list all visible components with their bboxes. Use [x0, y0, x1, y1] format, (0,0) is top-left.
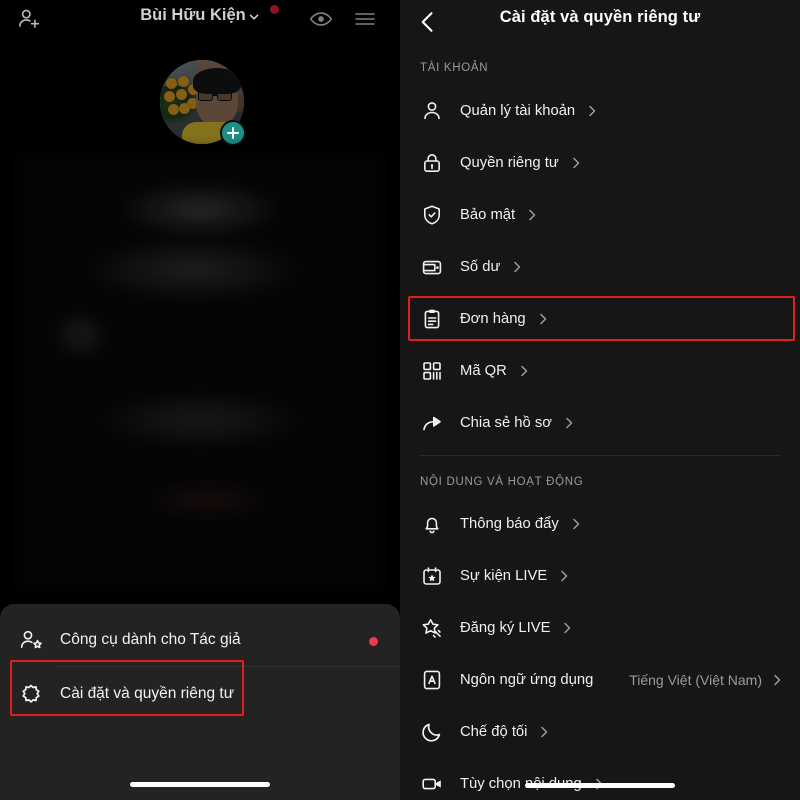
settings-row-qr-code[interactable]: Mã QR: [400, 345, 800, 397]
settings-row-share-profile[interactable]: Chia sẻ hồ sơ: [400, 397, 800, 449]
settings-row-dark-mode[interactable]: Chế độ tối: [400, 706, 800, 758]
profile-username: Bùi Hữu Kiện: [140, 6, 246, 24]
hamburger-menu-icon[interactable]: [352, 7, 378, 31]
wallet-icon: [420, 255, 444, 279]
section-label-account: TÀI KHOẢN: [420, 62, 489, 74]
chevron-right-icon: [557, 569, 571, 583]
chevron-right-icon: [517, 364, 531, 378]
profile-username-dropdown[interactable]: Bùi Hữu Kiện: [0, 6, 400, 25]
shield-icon: [420, 203, 444, 227]
chevron-right-icon: [510, 260, 524, 274]
section-divider: [420, 455, 780, 456]
chevron-right-icon: [770, 673, 784, 687]
creator-tools-badge-dot: [369, 637, 378, 646]
chevron-right-icon: [562, 416, 576, 430]
home-indicator: [130, 782, 270, 787]
plus-icon[interactable]: [220, 120, 246, 146]
username-badge-dot: [270, 5, 279, 14]
profile-header: Bùi Hữu Kiện: [0, 0, 400, 36]
live-badge-icon: [420, 616, 444, 640]
sheet-item-settings-privacy[interactable]: Cài đặt và quyền riêng tư: [0, 666, 400, 722]
share-icon: [420, 411, 444, 435]
settings-row-label: Quản lý tài khoản: [460, 103, 576, 119]
settings-row-app-language[interactable]: Ngôn ngữ ứng dụng Tiếng Việt (Việt Nam): [400, 654, 800, 706]
gear-icon: [18, 681, 44, 707]
home-indicator: [525, 783, 675, 788]
bell-icon: [420, 512, 444, 536]
chevron-right-icon: [585, 104, 599, 118]
settings-row-label: Chế độ tối: [460, 724, 528, 740]
settings-row-push-notifications[interactable]: Thông báo đẩy: [400, 498, 800, 550]
settings-row-label: Quyền riêng tư: [460, 155, 559, 171]
settings-row-security[interactable]: Bảo mật: [400, 189, 800, 241]
settings-row-balance[interactable]: Số dư: [400, 241, 800, 293]
settings-row-privacy[interactable]: Quyền riêng tư: [400, 137, 800, 189]
settings-row-label: Bảo mật: [460, 207, 516, 223]
settings-row-manage-account[interactable]: Quản lý tài khoản: [400, 85, 800, 137]
blurred-profile-content: [14, 150, 386, 590]
chevron-right-icon: [569, 517, 583, 531]
sheet-item-label: Công cụ dành cho Tác giả: [60, 631, 241, 648]
clipboard-icon: [420, 307, 444, 331]
settings-row-live-events[interactable]: Sự kiện LIVE: [400, 550, 800, 602]
eye-icon[interactable]: [308, 6, 334, 32]
profile-screen: Bùi Hữu Kiện Công cụ dành cho Tác giả Cà…: [0, 0, 400, 800]
language-icon: [420, 668, 444, 692]
screenshot-root: Bùi Hữu Kiện Công cụ dành cho Tác giả Cà…: [0, 0, 800, 800]
settings-row-label: Chia sẻ hồ sơ: [460, 415, 552, 431]
profile-action-sheet: Công cụ dành cho Tác giả Cài đặt và quyề…: [0, 604, 400, 800]
chevron-right-icon: [537, 725, 551, 739]
lock-icon: [420, 151, 444, 175]
settings-row-content-preferences[interactable]: Tùy chọn nội dung: [400, 758, 800, 800]
settings-row-live-subscription[interactable]: Đăng ký LIVE: [400, 602, 800, 654]
chevron-right-icon: [560, 621, 574, 635]
settings-header: Cài đặt và quyền riêng tư: [400, 0, 800, 44]
avatar[interactable]: [160, 60, 246, 146]
settings-row-label: Số dư: [460, 259, 501, 275]
video-icon: [420, 772, 444, 796]
qr-code-icon: [420, 359, 444, 383]
page-title: Cài đặt và quyền riêng tư: [499, 8, 701, 26]
settings-row-label: Sự kiện LIVE: [460, 568, 548, 584]
creator-tools-icon: [18, 627, 44, 653]
sheet-item-creator-tools[interactable]: Công cụ dành cho Tác giả: [0, 612, 400, 668]
settings-row-orders[interactable]: Đơn hàng: [400, 293, 800, 345]
settings-row-label: Mã QR: [460, 363, 507, 379]
settings-row-label: Đơn hàng: [460, 311, 526, 327]
section-label-content-activity: NỘI DUNG VÀ HOẠT ĐỘNG: [420, 476, 584, 488]
chevron-right-icon: [569, 156, 583, 170]
chevron-right-icon: [525, 208, 539, 222]
settings-row-label: Ngôn ngữ ứng dụng: [460, 672, 594, 688]
settings-screen: Cài đặt và quyền riêng tư TÀI KHOẢN Quản…: [400, 0, 800, 800]
sheet-item-label: Cài đặt và quyền riêng tư: [60, 685, 235, 702]
calendar-star-icon: [420, 564, 444, 588]
chevron-right-icon: [536, 312, 550, 326]
settings-row-label: Đăng ký LIVE: [460, 620, 551, 636]
settings-row-value: Tiếng Việt (Việt Nam): [629, 672, 762, 688]
chevron-down-icon: [248, 11, 260, 23]
moon-icon: [420, 720, 444, 744]
settings-row-label: Thông báo đẩy: [460, 516, 559, 532]
person-icon: [420, 99, 444, 123]
